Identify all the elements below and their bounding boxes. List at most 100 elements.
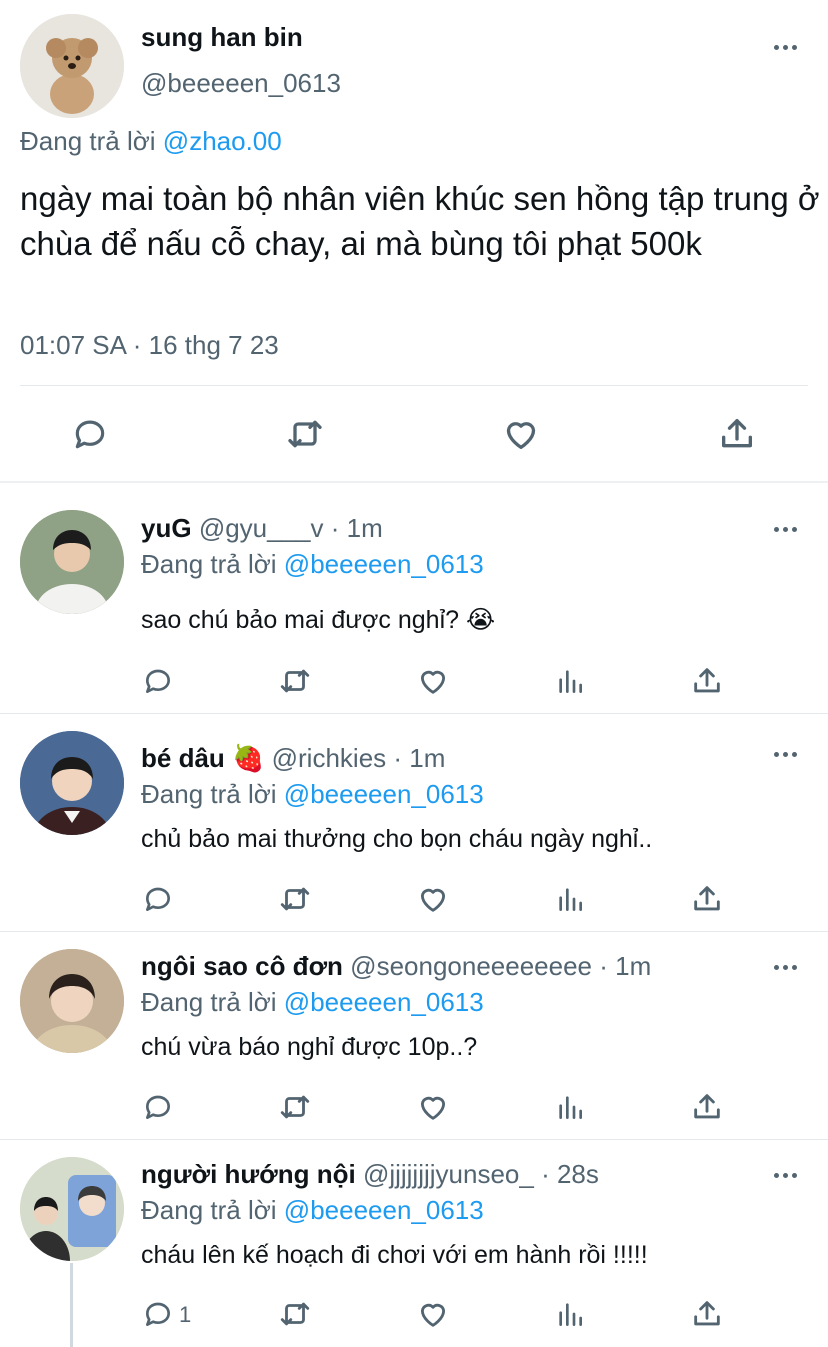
analytics-icon xyxy=(559,1303,582,1326)
reply-text: chú vừa báo nghỉ được 10p..? xyxy=(141,1033,478,1061)
replying-prefix: Đang trả lời xyxy=(141,779,277,809)
share-button[interactable] xyxy=(687,1294,727,1334)
reply-header: người hướng nội @jjjjjjjjyunseo_ · 28s xyxy=(141,1159,599,1190)
thread-line xyxy=(70,1263,73,1347)
replying-to-link[interactable]: @beeeeen_0613 xyxy=(284,987,484,1017)
like-icon xyxy=(420,888,446,912)
share-button[interactable] xyxy=(717,414,757,454)
analytics-button[interactable] xyxy=(550,661,590,701)
replying-line: Đang trả lời @beeeeen_0613 xyxy=(141,779,484,810)
like-button[interactable] xyxy=(413,1294,453,1334)
replying-to-link[interactable]: @beeeeen_0613 xyxy=(284,779,484,809)
replying-line: Đang trả lời @beeeeen_0613 xyxy=(141,987,484,1018)
replying-line: Đang trả lời @beeeeen_0613 xyxy=(141,1195,484,1226)
replying-line: Đang trả lời @zhao.00 xyxy=(20,126,282,157)
reply-handle[interactable]: @seongoneeeeeeee xyxy=(350,951,592,981)
like-icon xyxy=(420,1303,446,1327)
reply-icon xyxy=(75,420,105,449)
reply-icon xyxy=(146,1095,170,1119)
reply-text: chủ bảo mai thưởng cho bọn cháu ngày ngh… xyxy=(141,825,653,853)
main-handle[interactable]: @beeeeen_0613 xyxy=(141,68,341,99)
main-display-name[interactable]: sung han bin xyxy=(141,22,303,53)
reply-handle[interactable]: @gyu___v xyxy=(199,513,324,543)
reply-handle[interactable]: @jjjjjjjjyunseo_ xyxy=(363,1159,534,1189)
person-avatar-icon xyxy=(20,731,124,835)
share-button[interactable] xyxy=(687,879,727,919)
like-button[interactable] xyxy=(413,661,453,701)
reply-count: 1 xyxy=(179,1302,192,1327)
dog-avatar-icon xyxy=(20,14,124,118)
reply-time[interactable]: · 28s xyxy=(541,1159,599,1189)
divider xyxy=(0,931,828,932)
more-options-button[interactable] xyxy=(770,514,800,544)
like-icon xyxy=(420,1096,446,1120)
retweet-icon xyxy=(280,1302,310,1326)
replying-prefix: Đang trả lời xyxy=(141,987,277,1017)
like-icon xyxy=(506,422,536,449)
share-button[interactable] xyxy=(687,661,727,701)
share-icon xyxy=(722,419,752,448)
more-options-button[interactable] xyxy=(770,32,800,62)
reply-display-name[interactable]: yuG xyxy=(141,513,192,543)
analytics-button[interactable] xyxy=(550,879,590,919)
share-icon xyxy=(694,886,720,911)
reply-icon xyxy=(146,1302,170,1326)
main-tweet-text: ngày mai toàn bộ nhân viên khúc sen hồng… xyxy=(20,180,820,262)
reply-display-name[interactable]: bé dâu 🍓 xyxy=(141,743,264,773)
replying-to-link[interactable]: @beeeeen_0613 xyxy=(284,549,484,579)
reply-time[interactable]: · 1m xyxy=(393,743,445,773)
share-icon xyxy=(694,668,720,693)
like-button[interactable] xyxy=(501,414,541,454)
reply-header: yuG @gyu___v · 1m xyxy=(141,513,383,544)
reply-time[interactable]: · 1m xyxy=(599,951,651,981)
person-avatar-icon xyxy=(20,1157,124,1261)
replying-prefix: Đang trả lời xyxy=(20,126,156,156)
retweet-button[interactable] xyxy=(275,661,315,701)
reply-handle[interactable]: @richkies xyxy=(272,743,387,773)
retweet-icon xyxy=(280,1095,310,1119)
avatar[interactable] xyxy=(20,1157,124,1261)
reply-button[interactable] xyxy=(138,879,178,919)
retweet-icon xyxy=(288,420,322,448)
analytics-button[interactable] xyxy=(550,1087,590,1127)
reply-button[interactable] xyxy=(138,1294,178,1334)
analytics-icon xyxy=(559,888,582,911)
retweet-button[interactable] xyxy=(275,879,315,919)
share-button[interactable] xyxy=(687,1087,727,1127)
more-options-button[interactable] xyxy=(770,739,800,769)
like-button[interactable] xyxy=(413,879,453,919)
reply-icon xyxy=(146,669,170,693)
main-timestamp[interactable]: 01:07 SA · 16 thg 7 23 xyxy=(20,330,279,361)
reply-text: cháu lên kế hoạch đi chơi với em hành rồ… xyxy=(141,1241,648,1269)
person-avatar-icon xyxy=(20,510,124,614)
retweet-button[interactable] xyxy=(285,414,325,454)
retweet-icon xyxy=(280,669,310,693)
reply-button[interactable] xyxy=(70,414,110,454)
section-divider xyxy=(0,481,828,483)
analytics-icon xyxy=(559,1096,582,1119)
replying-to-link[interactable]: @zhao.00 xyxy=(163,126,282,156)
avatar[interactable] xyxy=(20,949,124,1053)
avatar[interactable] xyxy=(20,510,124,614)
retweet-button[interactable] xyxy=(275,1087,315,1127)
divider xyxy=(20,385,808,386)
like-icon xyxy=(420,670,446,694)
reply-text: sao chú bảo mai được nghỉ? 😭 xyxy=(141,606,496,634)
analytics-button[interactable] xyxy=(550,1294,590,1334)
more-options-button[interactable] xyxy=(770,1160,800,1190)
reply-time[interactable]: · 1m xyxy=(331,513,383,543)
more-options-button[interactable] xyxy=(770,952,800,982)
replying-prefix: Đang trả lời xyxy=(141,1195,277,1225)
avatar-main[interactable] xyxy=(20,14,124,118)
avatar[interactable] xyxy=(20,731,124,835)
retweet-button[interactable] xyxy=(275,1294,315,1334)
reply-header: bé dâu 🍓 @richkies · 1m xyxy=(141,743,445,774)
reply-button[interactable] xyxy=(138,1087,178,1127)
retweet-icon xyxy=(280,887,310,911)
replying-to-link[interactable]: @beeeeen_0613 xyxy=(284,1195,484,1225)
reply-icon xyxy=(146,887,170,911)
reply-button[interactable] xyxy=(138,661,178,701)
like-button[interactable] xyxy=(413,1087,453,1127)
reply-display-name[interactable]: ngôi sao cô đơn xyxy=(141,951,343,981)
reply-display-name[interactable]: người hướng nội xyxy=(141,1159,356,1189)
